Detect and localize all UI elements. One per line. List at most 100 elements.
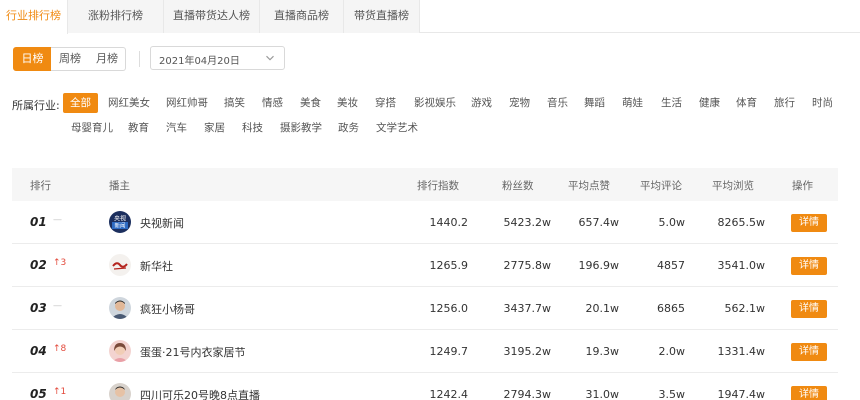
svg-text:央视: 央视	[114, 215, 126, 223]
industry-chip-food[interactable]: 美食	[300, 93, 321, 113]
industry-chip-education[interactable]: 教育	[128, 118, 149, 138]
tab-live-sales-talent-ranking[interactable]: 直播带货达人榜	[164, 0, 260, 33]
avg-views-value: 1331.4w	[717, 345, 766, 358]
industry-chip-sports[interactable]: 体育	[736, 93, 757, 113]
industry-chip-games[interactable]: 游戏	[471, 93, 492, 113]
industry-chip-literature-art[interactable]: 文学艺术	[376, 118, 418, 138]
header-streamer: 播主	[109, 180, 130, 192]
tab-industry-ranking[interactable]: 行业排行榜	[0, 0, 68, 34]
fans-value: 2794.3w	[503, 388, 552, 400]
detail-button[interactable]: 详情	[791, 214, 827, 232]
streamer-name[interactable]: 四川可乐20号晚8点直播	[140, 387, 260, 400]
streamer-name[interactable]: 蛋蛋·21号内衣家居节	[140, 344, 246, 360]
detail-button[interactable]: 详情	[791, 257, 827, 275]
industry-chip-government[interactable]: 政务	[338, 118, 359, 138]
industry-chip-influencer-handsome[interactable]: 网红帅哥	[166, 93, 208, 113]
date-picker[interactable]: 2021年04月20日	[150, 46, 285, 70]
divider	[139, 51, 140, 67]
rank-change-value: —	[53, 215, 62, 225]
avatar[interactable]	[109, 340, 131, 362]
header-action: 操作	[792, 180, 813, 192]
detail-button[interactable]: 详情	[791, 300, 827, 318]
avatar[interactable]	[109, 254, 131, 276]
avg-comments-value: 4857	[657, 259, 685, 272]
avatar[interactable]: 央视 新闻	[109, 211, 131, 233]
rank-number: 02	[30, 258, 47, 272]
avg-likes-value: 20.1w	[585, 302, 620, 315]
rank-index-value: 1242.4	[429, 388, 469, 400]
rank-change: ↑3	[53, 258, 66, 268]
industry-chip-maternity[interactable]: 母婴育儿	[71, 118, 113, 138]
avatar[interactable]	[109, 297, 131, 319]
industry-chip-tech[interactable]: 科技	[242, 118, 263, 138]
header-rank: 排行	[30, 180, 51, 192]
period-weekly-button[interactable]: 周榜	[51, 47, 90, 71]
avatar[interactable]	[109, 383, 131, 400]
avg-views-value: 8265.5w	[717, 216, 766, 229]
fans-value: 3437.7w	[503, 302, 552, 315]
header-avg-views: 平均浏览	[712, 180, 754, 192]
industry-chip-health[interactable]: 健康	[699, 93, 720, 113]
table-row: 01— 央视 新闻 央视新闻 1440.2 5423.2w 657.4w 5.0w 8265.5…	[12, 201, 838, 244]
industry-chip-comedy[interactable]: 搞笑	[224, 93, 245, 113]
rank-number: 03	[30, 301, 47, 315]
streamer-name[interactable]: 疯狂小杨哥	[140, 301, 195, 317]
rank-change: —	[53, 301, 62, 311]
avg-comments-value: 3.5w	[658, 388, 686, 400]
industry-chip-influencer-beauty[interactable]: 网红美女	[108, 93, 150, 113]
rank-index-value: 1256.0	[429, 302, 469, 315]
avg-views-value: 562.1w	[724, 302, 766, 315]
streamer-name[interactable]: 央视新闻	[140, 215, 184, 231]
avg-views-value: 3541.0w	[717, 259, 766, 272]
table-row: 04 ↑8 蛋蛋·21号内衣家居节 1249.7 3195.2w 19.3w 2.0w 133…	[12, 330, 838, 373]
rank-change: ↑8	[53, 344, 66, 354]
industry-chip-music[interactable]: 音乐	[547, 93, 568, 113]
industry-chip-kids[interactable]: 萌娃	[622, 93, 643, 113]
chevron-down-icon	[266, 55, 274, 61]
industry-chip-cars[interactable]: 汽车	[166, 118, 187, 138]
industry-chip-travel[interactable]: 旅行	[774, 93, 795, 113]
svg-text:新闻: 新闻	[114, 222, 125, 230]
tab-fans-growth-ranking[interactable]: 涨粉排行榜	[68, 0, 164, 33]
fans-value: 5423.2w	[503, 216, 552, 229]
industry-chip-emotion[interactable]: 情感	[262, 93, 283, 113]
avg-likes-value: 657.4w	[578, 216, 620, 229]
rank-change-value: —	[53, 301, 62, 311]
industry-chip-film-entertainment[interactable]: 影视娱乐	[414, 93, 456, 113]
rank-index-value: 1249.7	[429, 345, 469, 358]
industry-chip-pets[interactable]: 宠物	[509, 93, 530, 113]
industry-chip-outfit[interactable]: 穿搭	[375, 93, 396, 113]
industry-chip-makeup[interactable]: 美妆	[337, 93, 358, 113]
table-row: 05 ↑1 四川可乐20号晚8点直播 1242.4 2794.3w 31.0w 3.5w 19…	[12, 373, 838, 400]
industry-chip-all[interactable]: 全部	[63, 93, 98, 113]
avg-comments-value: 6865	[657, 302, 685, 315]
rank-number: 05	[30, 387, 47, 400]
period-monthly-button[interactable]: 月榜	[89, 47, 126, 71]
avg-likes-value: 31.0w	[585, 388, 620, 400]
industry-chip-home[interactable]: 家居	[204, 118, 225, 138]
date-value: 2021年04月20日	[159, 56, 240, 67]
table-row: 02 ↑3 新华社 1265.9 2775.8w 196.9w 4857 3541.0w 详情	[12, 244, 838, 287]
avg-comments-value: 5.0w	[658, 216, 686, 229]
rank-change-value: 3	[60, 258, 67, 268]
header-avg-likes: 平均点赞	[568, 180, 610, 192]
detail-button[interactable]: 详情	[791, 386, 827, 400]
industry-chip-dance[interactable]: 舞蹈	[584, 93, 605, 113]
ranking-tabbar: 行业排行榜 涨粉排行榜 直播带货达人榜 直播商品榜 带货直播榜	[0, 0, 860, 34]
rank-change-value: 8	[60, 344, 67, 354]
tab-sales-live-ranking[interactable]: 带货直播榜	[344, 0, 420, 33]
rank-index-value: 1265.9	[429, 259, 469, 272]
streamer-name[interactable]: 新华社	[140, 258, 173, 274]
industry-chip-photography[interactable]: 摄影教学	[280, 118, 322, 138]
industry-chip-life[interactable]: 生活	[661, 93, 682, 113]
fans-value: 3195.2w	[503, 345, 552, 358]
tab-live-products-ranking[interactable]: 直播商品榜	[260, 0, 344, 33]
arrow-up-icon: ↑	[53, 344, 61, 354]
avg-likes-value: 196.9w	[578, 259, 620, 272]
rank-number: 01	[30, 215, 47, 229]
avg-comments-value: 2.0w	[658, 345, 686, 358]
detail-button[interactable]: 详情	[791, 343, 827, 361]
industry-chip-fashion[interactable]: 时尚	[812, 93, 833, 113]
rank-change: —	[53, 215, 62, 225]
period-daily-button[interactable]: 日榜	[13, 47, 52, 71]
